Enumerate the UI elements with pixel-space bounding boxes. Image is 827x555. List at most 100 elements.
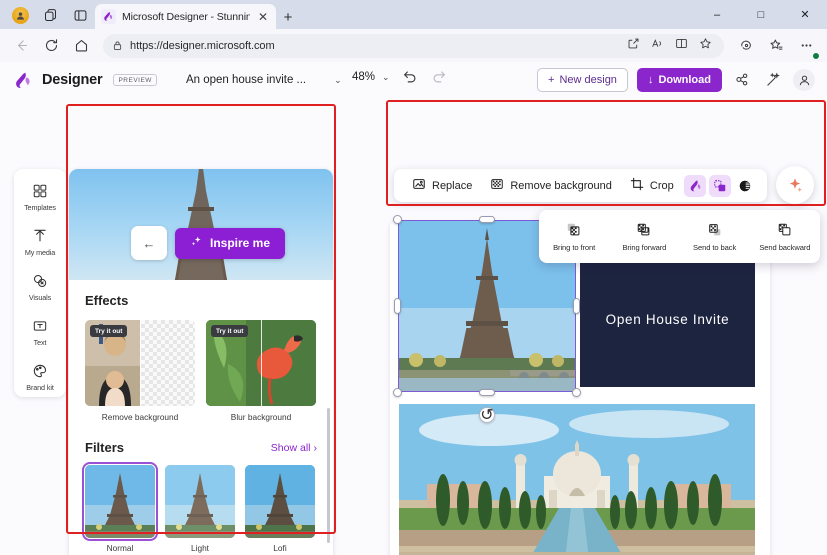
sidebar-item-label: Visuals (28, 293, 52, 302)
designer-logo (14, 71, 33, 90)
copilot-icon[interactable] (733, 33, 759, 59)
plus-icon: + (548, 74, 555, 86)
undo-redo-group (402, 69, 447, 90)
document-title: An open house invite ... (185, 74, 307, 86)
inspire-me-button[interactable]: Inspire me (175, 227, 286, 259)
share-icon[interactable] (627, 37, 640, 55)
effect-thumbnail: Try it out (206, 320, 316, 406)
maximize-button[interactable]: □ (739, 0, 783, 29)
reload-icon[interactable] (38, 33, 64, 59)
resize-handle-top-center[interactable] (479, 216, 495, 223)
layers-icon-button[interactable] (709, 174, 732, 197)
workspaces-icon[interactable] (40, 5, 60, 25)
bring-to-front-button[interactable]: Bring to front (539, 222, 609, 252)
layer-menu-label: Send to back (693, 242, 737, 252)
magic-wand-icon[interactable] (762, 69, 784, 91)
canvas-image-taj-mahal[interactable] (399, 404, 755, 555)
ai-assistant-button[interactable] (776, 166, 814, 204)
rotate-handle[interactable]: ↺ (479, 407, 495, 424)
account-icon[interactable] (793, 69, 815, 91)
sidebar-item-brand-kit[interactable]: Brand kit (16, 359, 64, 395)
filter-thumbnail (165, 465, 235, 538)
redo-icon[interactable] (431, 69, 447, 90)
filter-card-light[interactable]: Light (165, 465, 235, 553)
browser-tab[interactable]: Microsoft Designer - Stunning d ✕ (95, 4, 276, 29)
send-to-back-button[interactable]: Send to back (680, 222, 750, 252)
new-tab-button[interactable]: + (279, 8, 297, 26)
undo-icon[interactable] (402, 69, 418, 90)
resize-handle-middle-left[interactable] (394, 298, 401, 314)
split-screen-icon[interactable] (675, 37, 688, 55)
effects-icon-button[interactable] (684, 174, 707, 197)
download-button[interactable]: ↓ Download (636, 68, 722, 92)
omnibox-actions (627, 37, 715, 55)
resize-handle-bottom-center[interactable] (479, 389, 495, 396)
share-people-icon[interactable] (731, 69, 753, 91)
effect-card-blur-background[interactable]: Try it out Blur background (206, 320, 316, 422)
window-close-button[interactable]: ✕ (783, 0, 827, 29)
resize-handle-middle-right[interactable] (573, 298, 580, 314)
sidebar-item-visuals[interactable]: Visuals (16, 269, 64, 305)
sidebar-item-label: Brand kit (26, 383, 54, 392)
bring-forward-button[interactable]: Bring forward (609, 222, 679, 252)
header-actions: + New design ↓ Download (537, 68, 815, 92)
canvas-text-block[interactable]: JOIN US FOR THE PARTIES Open House Invit… (580, 252, 755, 387)
zoom-level: 48% (352, 71, 376, 83)
bring-to-front-icon (566, 222, 582, 239)
tab-actions-icon[interactable] (70, 5, 90, 25)
send-backward-button[interactable]: Send backward (750, 222, 820, 252)
panel-scrollbar[interactable] (326, 408, 330, 543)
lock-icon (112, 40, 123, 51)
resize-handle-bottom-right[interactable] (572, 388, 581, 397)
favorite-icon[interactable] (699, 37, 712, 55)
image-toolbar: Replace Remove background Crop (394, 169, 767, 202)
hero-actions: ← Inspire me (131, 226, 286, 260)
effect-card-remove-background[interactable]: Try it out Remove background (85, 320, 195, 422)
new-design-label: New design (559, 74, 617, 86)
bring-forward-icon (636, 222, 652, 239)
show-all-filters-button[interactable]: Show all › (271, 442, 317, 454)
zoom-control[interactable]: 48% ⌄ (352, 71, 390, 83)
layers-icon (714, 179, 726, 191)
read-aloud-icon[interactable] (651, 37, 664, 55)
visuals-icon (32, 272, 48, 290)
show-all-label: Show all (270, 441, 311, 454)
settings-more-icon[interactable] (793, 33, 820, 60)
filters-header: Filters Show all › (85, 440, 317, 455)
new-design-button[interactable]: + New design (537, 68, 628, 92)
address-bar[interactable]: https://designer.microsoft.com (103, 33, 724, 58)
remove-background-button[interactable]: Remove background (481, 172, 621, 199)
before-after-divider (261, 320, 263, 406)
try-it-out-badge: Try it out (90, 325, 128, 337)
eiffel-tower-illustration (174, 169, 228, 280)
crop-button[interactable]: Crop (621, 172, 683, 199)
sidebar-item-my-media[interactable]: My media (16, 224, 64, 260)
remove-background-label: Remove background (510, 179, 612, 192)
filter-label: Normal (106, 543, 134, 553)
contrast-icon-button[interactable] (734, 175, 756, 197)
screen: Microsoft Designer - Stunning d ✕ + ‒ □ … (0, 0, 827, 555)
back-button[interactable]: ← (131, 226, 167, 260)
effects-icon (690, 179, 701, 191)
filter-card-lofi[interactable]: Lofi (245, 465, 315, 553)
document-title-dropdown[interactable]: An open house invite ... ⌄ (178, 68, 350, 92)
profile-avatar[interactable] (10, 5, 30, 25)
left-properties-panel: ← Inspire me Effects Try it out Remove b… (69, 169, 333, 555)
contrast-icon (739, 180, 751, 191)
sidebar-item-text[interactable]: Text (16, 314, 64, 350)
sidebar-item-templates[interactable]: Templates (16, 179, 64, 215)
resize-handle-bottom-left[interactable] (393, 388, 402, 397)
left-rail: Templates My media Visuals Text Brand ki… (14, 169, 66, 397)
home-icon[interactable] (68, 33, 94, 59)
browser-nav-bar: https://designer.microsoft.com (0, 29, 827, 62)
panel-body: Effects Try it out Remove background Try… (69, 280, 333, 553)
replace-button[interactable]: Replace (403, 172, 481, 199)
back-icon[interactable] (8, 33, 34, 59)
chevron-down-icon: ⌄ (382, 71, 390, 82)
filter-card-normal[interactable]: Normal (81, 461, 159, 553)
filter-label: Lofi (273, 543, 287, 553)
collections-icon[interactable] (763, 33, 789, 59)
minimize-button[interactable]: ‒ (695, 0, 739, 29)
resize-handle-top-left[interactable] (393, 215, 402, 224)
close-icon[interactable]: ✕ (256, 10, 270, 24)
